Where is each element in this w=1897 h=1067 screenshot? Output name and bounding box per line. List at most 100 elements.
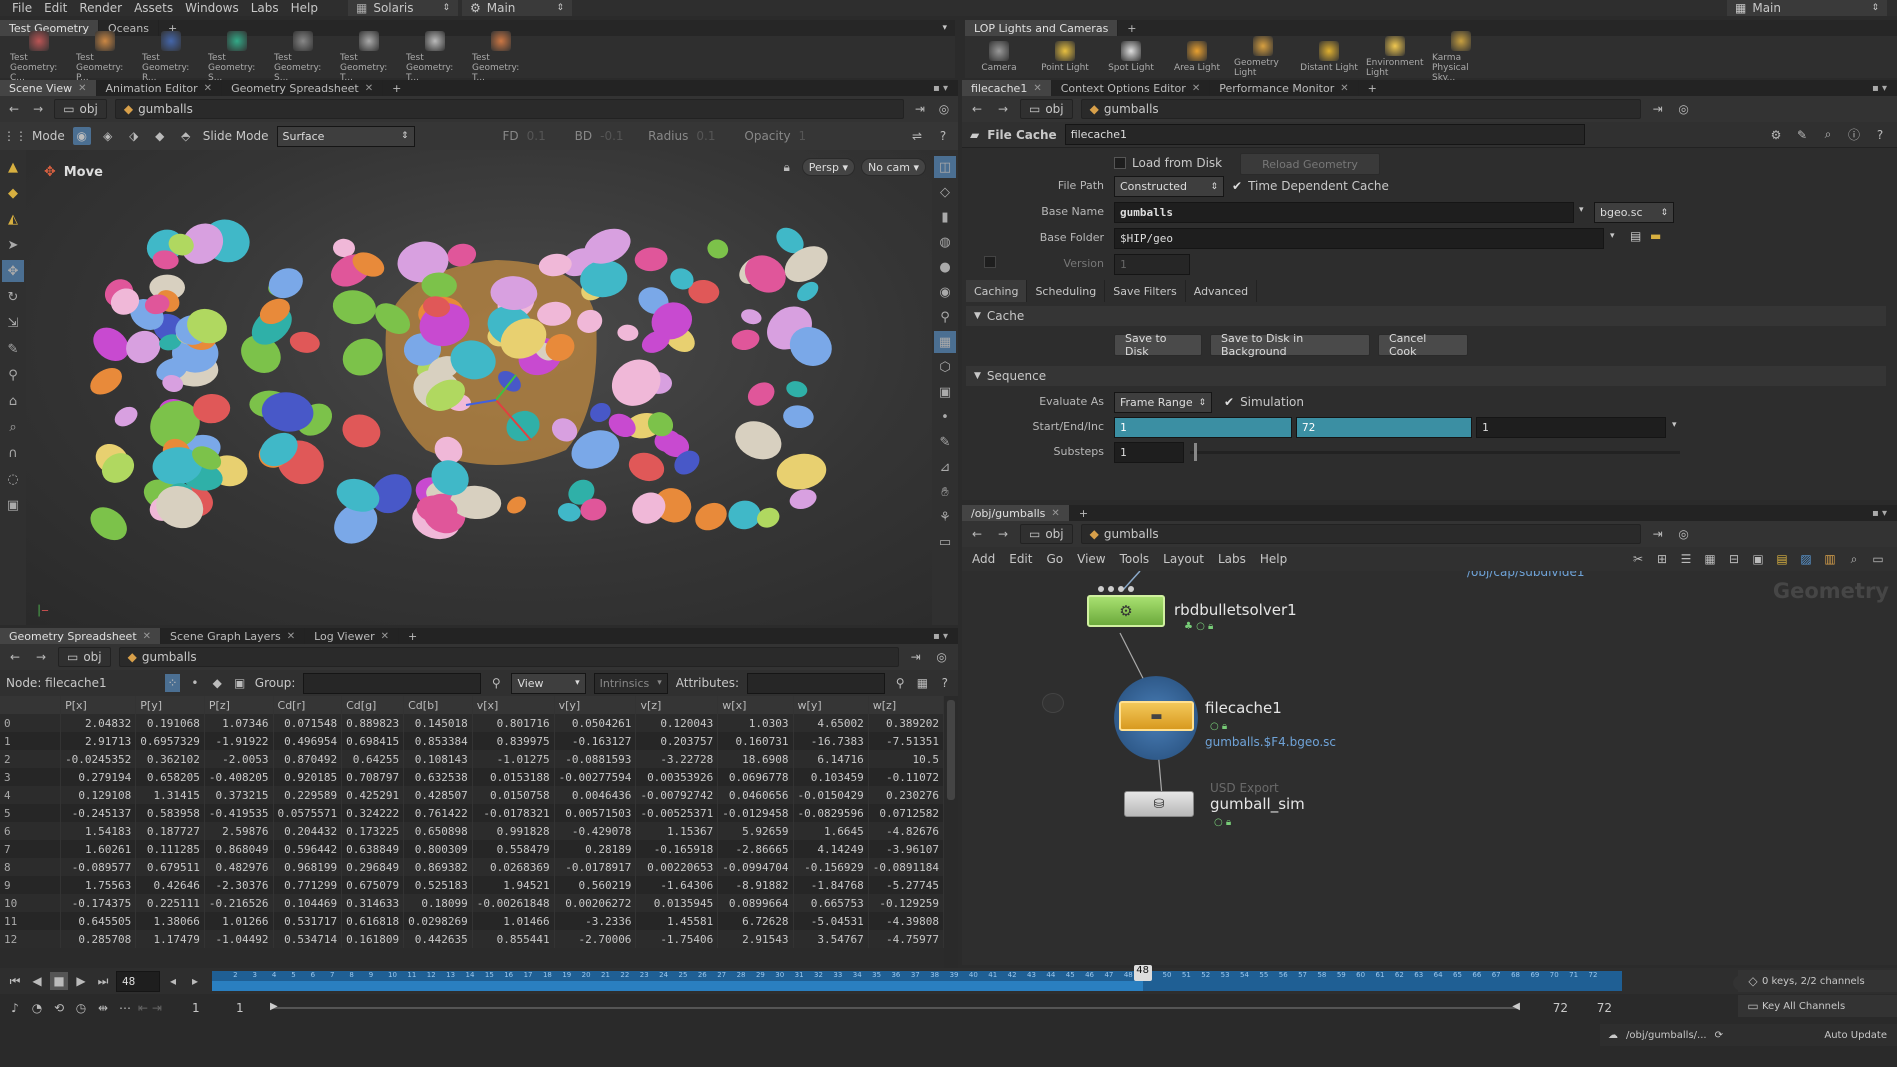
reload-geometry-button[interactable]: Reload Geometry — [1240, 153, 1380, 175]
back-arrow-icon[interactable]: ← — [6, 648, 24, 666]
options-icon[interactable]: ▦ — [915, 674, 929, 692]
save-to-disk-bg-button[interactable]: Save to Disk in Background — [1210, 332, 1370, 358]
chevron-down-icon[interactable]: ▾ — [1672, 420, 1677, 430]
substeps-field[interactable]: 1 — [1114, 442, 1184, 463]
close-icon[interactable]: ✕ — [78, 83, 86, 94]
table-row[interactable]: 3 0.279194 0.658205 -0.408205 0.920185 0.7087… — [0, 768, 944, 786]
points-icon[interactable]: ⁘ — [165, 674, 180, 692]
table-row[interactable]: 2 -0.0245352 0.362102 -2.0053 0.870492 0.6425… — [0, 750, 944, 768]
path-node[interactable]: ◆ gumballs — [114, 99, 904, 119]
desktop-selector[interactable]: ▦ Solaris ⇕ — [348, 0, 458, 16]
step-back-icon[interactable]: ◀ — [28, 972, 46, 990]
opacity-value[interactable]: 1 — [799, 129, 839, 143]
tools-icon[interactable]: ✂ — [1629, 550, 1647, 568]
save-to-disk-button[interactable]: Save to Disk — [1114, 332, 1202, 358]
filter-icon[interactable]: ⚲ — [893, 674, 907, 692]
shelf-tab-lop-lights[interactable]: LOP Lights and Cameras — [965, 20, 1119, 36]
scale-tool-icon[interactable]: ⇲ — [2, 312, 24, 334]
path-node[interactable]: ◆ gumballs — [1080, 99, 1641, 119]
close-icon[interactable]: ✕ — [143, 631, 151, 642]
add-tab-button[interactable]: + — [1118, 20, 1145, 36]
table-row[interactable]: 0 2.04832 0.191068 1.07346 0.071548 0.889823 0… — [0, 714, 944, 732]
base-name-field[interactable]: gumballs — [1114, 202, 1574, 223]
column-header[interactable] — [0, 696, 62, 714]
time-cursor[interactable]: 48 — [1133, 965, 1152, 981]
shelf-tool-light[interactable]: Camera — [970, 41, 1028, 73]
table-row[interactable]: 6 1.54183 0.187727 2.59876 0.204432 0.173225 0… — [0, 822, 944, 840]
handle-tool-icon[interactable]: ⚲ — [2, 364, 24, 386]
group-field[interactable] — [303, 672, 482, 694]
shade-icon[interactable]: ● — [934, 256, 956, 278]
network-menu-layout[interactable]: Layout — [1163, 552, 1204, 566]
filecache-node[interactable]: ▬ — [1119, 701, 1194, 731]
next-key-icon[interactable]: ▸ — [186, 972, 204, 990]
pointer-icon[interactable]: ➤ — [2, 234, 24, 256]
help-icon[interactable]: ? — [938, 674, 952, 692]
stop-icon[interactable]: ■ — [50, 972, 68, 990]
wrench-icon[interactable]: ✎ — [1793, 126, 1811, 144]
shelf-tool-light[interactable]: Distant Light — [1300, 41, 1358, 73]
column-header[interactable]: v[x] — [472, 696, 555, 714]
pane-menu-icon[interactable]: ▪ ▾ — [1872, 83, 1887, 94]
column-header[interactable]: P[x] — [60, 696, 137, 714]
play-icon[interactable]: ▶ — [72, 972, 90, 990]
select-icon[interactable]: ⬗ — [125, 127, 143, 145]
range-end[interactable]: 72 — [1524, 1001, 1568, 1015]
back-arrow-icon[interactable]: ← — [6, 100, 22, 118]
close-icon[interactable]: ✕ — [365, 83, 373, 94]
status-path[interactable]: /obj/gumballs/... — [1626, 1030, 1707, 1041]
close-icon[interactable]: ✕ — [287, 631, 295, 642]
tab-obj-gumballs[interactable]: /obj/gumballs ✕ — [962, 505, 1070, 521]
network-canvas[interactable]: Geometry /obj/cap/subdivide1 ⚙ rbdbullet… — [962, 571, 1897, 965]
menu-item-file[interactable]: File — [12, 1, 32, 15]
base-folder-field[interactable]: $HIP/geo — [1114, 228, 1604, 249]
attributes-field[interactable] — [747, 672, 885, 694]
pane-menu-icon[interactable]: ▪ ▾ — [1872, 508, 1887, 519]
intrinsics-select[interactable]: Intrinsics ▾ — [593, 672, 668, 694]
table-row[interactable]: 12 0.285708 1.17479 -1.04492 0.534714 0.16180… — [0, 930, 944, 948]
input-connector[interactable] — [1098, 586, 1104, 592]
shelf-tool-test-geometry[interactable]: Test Geometry: S... — [274, 31, 332, 83]
column-header[interactable]: P[y] — [135, 696, 205, 714]
substeps-slider-handle[interactable] — [1194, 443, 1197, 461]
view-select[interactable]: View ▾ — [511, 672, 586, 694]
substeps-slider[interactable] — [1190, 451, 1680, 454]
menu-item-help[interactable]: Help — [291, 1, 318, 15]
load-from-disk-checkbox[interactable] — [1114, 157, 1126, 169]
table-row[interactable]: 1 2.91713 0.6957329 -1.91922 0.496954 0.69841… — [0, 732, 944, 750]
tab-scene-graph-layers[interactable]: Scene Graph Layers ✕ — [161, 628, 306, 644]
key-all-channels[interactable]: ▭ Key All Channels — [1738, 995, 1897, 1017]
visibility-icon[interactable]: ◉ — [934, 281, 956, 303]
clock-icon[interactable]: ◷ — [72, 999, 90, 1017]
folder-icon[interactable]: ▬ — [1650, 229, 1661, 243]
evaluate-as-select[interactable]: Frame Range ⇕ — [1114, 392, 1212, 413]
fd-value[interactable]: 0.1 — [527, 129, 567, 143]
column-header[interactable]: v[y] — [554, 696, 637, 714]
settings-icon[interactable]: ⇌ — [908, 127, 926, 145]
shelf-tool-test-geometry[interactable]: Test Geometry: S... — [208, 31, 266, 83]
bulb-icon[interactable]: ⚲ — [934, 306, 956, 328]
table-row[interactable]: 10 -0.174375 0.225111 -0.216526 0.104469 0.31… — [0, 894, 944, 912]
pin-icon[interactable]: ⇥ — [907, 648, 925, 666]
slide-icon[interactable]: ⬘ — [177, 127, 195, 145]
path-root[interactable]: ▭ obj — [58, 647, 111, 667]
table-row[interactable]: 9 1.75563 0.42646 -2.30376 0.771299 0.675079 0… — [0, 876, 944, 894]
network-menu-add[interactable]: Add — [972, 552, 995, 566]
display-icon[interactable]: ▭ — [1869, 550, 1887, 568]
add-tab-button[interactable]: + — [383, 80, 410, 96]
filter-icon[interactable]: ⚲ — [489, 674, 503, 692]
table-row[interactable]: 11 0.645505 1.38066 1.01266 0.531717 0.616818… — [0, 912, 944, 930]
search-icon[interactable]: ⌕ — [1845, 550, 1863, 568]
add-tab-button[interactable]: + — [399, 628, 426, 644]
forward-arrow-icon[interactable]: → — [994, 525, 1012, 543]
link-icon[interactable]: ◎ — [936, 100, 952, 118]
tree-icon[interactable]: ⊞ — [1653, 550, 1671, 568]
move-tool-icon[interactable]: ✥ — [2, 260, 24, 282]
end-field[interactable]: 72 — [1296, 417, 1472, 438]
right-main-selector[interactable]: ▦ Main ⇕ — [1727, 0, 1887, 16]
column-header[interactable]: v[z] — [635, 696, 719, 714]
network-menu-view[interactable]: View — [1077, 552, 1105, 566]
pin-icon[interactable]: ⇥ — [1649, 100, 1667, 118]
help-icon[interactable]: ? — [934, 127, 952, 145]
shelf-tool-test-geometry[interactable]: Test Geometry: T... — [406, 31, 464, 83]
